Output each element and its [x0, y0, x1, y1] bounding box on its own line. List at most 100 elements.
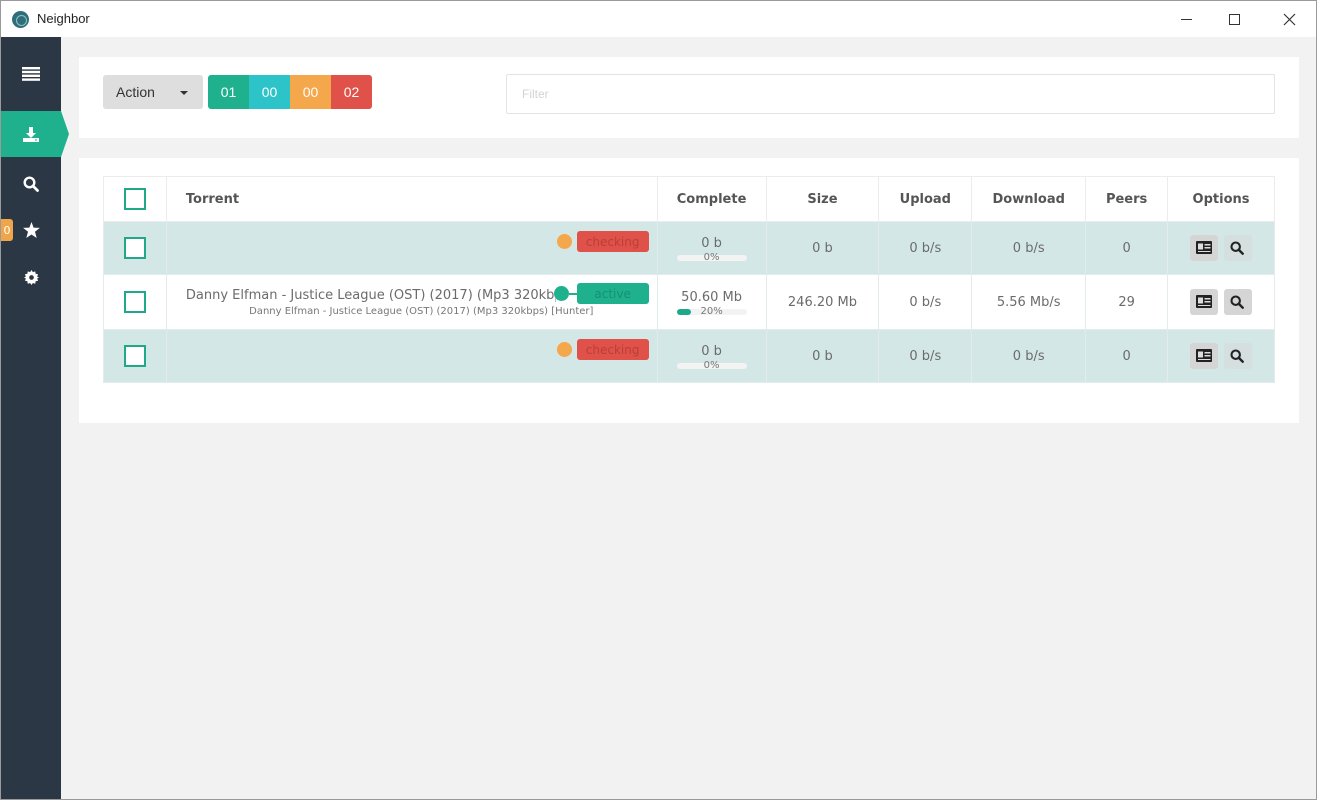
sidebar-item-favorites[interactable] [1, 207, 61, 253]
details-button[interactable] [1189, 343, 1218, 369]
torrent-row[interactable]: Danny Elfman - Justice League (OST) (201… [103, 274, 1275, 330]
complete-cell: 50.60 Mb 20% [656, 274, 767, 330]
complete-cell: 0 b 0% [656, 329, 767, 383]
app-logo-icon [12, 11, 29, 28]
size-cell: 246.20 Mb [765, 274, 880, 330]
download-cell: 5.56 Mb/s [971, 274, 1087, 330]
status-badge: checking [576, 231, 649, 252]
upload-cell: 0 b/s [878, 221, 973, 275]
column-header-torrent[interactable]: Torrent [165, 176, 658, 222]
minimize-button[interactable] [1163, 1, 1209, 37]
status-indicator: active [553, 283, 649, 304]
row-checkbox[interactable] [123, 237, 146, 259]
torrent-subname: Danny Elfman - Justice League (OST) (201… [249, 305, 594, 317]
complete-amount: 50.60 Mb [681, 289, 742, 305]
torrent-name-cell: checking [165, 329, 658, 383]
torrent-name [186, 347, 556, 363]
search-icon [1230, 349, 1245, 363]
details-button[interactable] [1189, 235, 1218, 261]
status-dot [556, 342, 572, 357]
download-cell: 0 b/s [971, 221, 1087, 275]
status-badge: checking [576, 339, 649, 360]
complete-amount: 0 b [701, 343, 722, 359]
select-all-checkbox[interactable] [123, 188, 146, 210]
maximize-icon [1228, 13, 1240, 25]
peers-cell: 0 [1085, 221, 1169, 275]
action-label: Action [116, 84, 155, 100]
row-select-cell [103, 329, 167, 383]
details-icon [1195, 349, 1212, 362]
window-title: Neighbor [37, 11, 90, 26]
download-cell: 0 b/s [971, 329, 1087, 383]
status-indicator: checking [556, 339, 649, 360]
torrent-name-cell: Danny Elfman - Justice League (OST) (201… [165, 274, 658, 330]
options-cell [1167, 274, 1275, 330]
details-icon [1195, 295, 1212, 308]
upload-cell: 0 b/s [878, 274, 973, 330]
caret-down-icon [180, 91, 188, 95]
close-button[interactable] [1266, 1, 1312, 37]
row-search-button[interactable] [1224, 235, 1253, 261]
torrent-name: Danny Elfman - Justice League (OST) (201… [185, 287, 556, 303]
status-connector [568, 292, 577, 295]
counter-error[interactable]: 02 [331, 75, 372, 109]
progress-percent: 0% [703, 251, 720, 263]
column-header-upload[interactable]: Upload [878, 176, 973, 222]
title-bar: Neighbor [1, 1, 1316, 37]
close-icon [1283, 13, 1295, 25]
options-cell [1167, 329, 1275, 383]
maximize-button[interactable] [1211, 1, 1257, 37]
options-cell [1167, 221, 1275, 275]
torrent-row[interactable]: checking 0 b 0% 0 b 0 b/s 0 b/s 0 [103, 329, 1275, 383]
sidebar-item-search[interactable] [1, 161, 61, 207]
app-window: Neighbor 0 Action 01 00 00 02 Filter Tor… [0, 0, 1317, 800]
hamburger-icon [22, 67, 40, 81]
search-icon [1230, 241, 1245, 255]
column-header-download[interactable]: Download [971, 176, 1087, 222]
peers-cell: 29 [1085, 274, 1169, 330]
upload-cell: 0 b/s [878, 329, 973, 383]
search-icon [23, 176, 39, 192]
status-indicator: checking [556, 231, 649, 252]
torrent-list-panel: Torrent Complete Size Upload Download Pe… [79, 158, 1299, 423]
complete-cell: 0 b 0% [656, 221, 767, 275]
row-search-button[interactable] [1224, 289, 1253, 315]
column-header-size[interactable]: Size [765, 176, 880, 222]
sidebar: 0 [1, 37, 69, 799]
counter-seeding[interactable]: 00 [249, 75, 290, 109]
column-header-options: Options [1167, 176, 1275, 222]
download-icon [23, 126, 39, 142]
peers-cell: 0 [1085, 329, 1169, 383]
minimize-icon [1180, 18, 1192, 20]
select-all-header [103, 176, 167, 222]
status-dot [553, 286, 569, 301]
progress-percent: 0% [703, 359, 720, 371]
progress-bar: 0% [676, 251, 747, 263]
row-search-button[interactable] [1224, 343, 1253, 369]
star-icon [22, 222, 40, 238]
counter-paused[interactable]: 00 [290, 75, 331, 109]
details-button[interactable] [1189, 289, 1218, 315]
torrent-row[interactable]: checking 0 b 0% 0 b 0 b/s 0 b/s 0 [103, 221, 1275, 275]
progress-bar: 0% [676, 359, 747, 371]
gear-icon [23, 269, 39, 285]
progress-percent: 20% [700, 305, 723, 317]
size-cell: 0 b [765, 329, 880, 383]
column-header-peers[interactable]: Peers [1085, 176, 1169, 222]
column-header-complete[interactable]: Complete [656, 176, 767, 222]
counter-downloading[interactable]: 01 [208, 75, 249, 109]
status-counters: 01 00 00 02 [208, 75, 372, 109]
torrent-name [186, 239, 556, 255]
row-checkbox[interactable] [123, 345, 146, 367]
row-checkbox[interactable] [123, 291, 146, 313]
table-header-row: Torrent Complete Size Upload Download Pe… [103, 176, 1275, 222]
row-select-cell [103, 221, 167, 275]
row-select-cell [103, 274, 167, 330]
action-dropdown-button[interactable]: Action [103, 75, 203, 109]
filter-input[interactable] [506, 74, 1275, 114]
sidebar-item-menu[interactable] [1, 51, 61, 97]
toolbar-panel: Action 01 00 00 02 [79, 57, 1299, 138]
sidebar-item-settings[interactable] [1, 254, 61, 300]
torrent-name-cell: checking [165, 221, 658, 275]
sidebar-item-downloads[interactable] [1, 111, 69, 157]
